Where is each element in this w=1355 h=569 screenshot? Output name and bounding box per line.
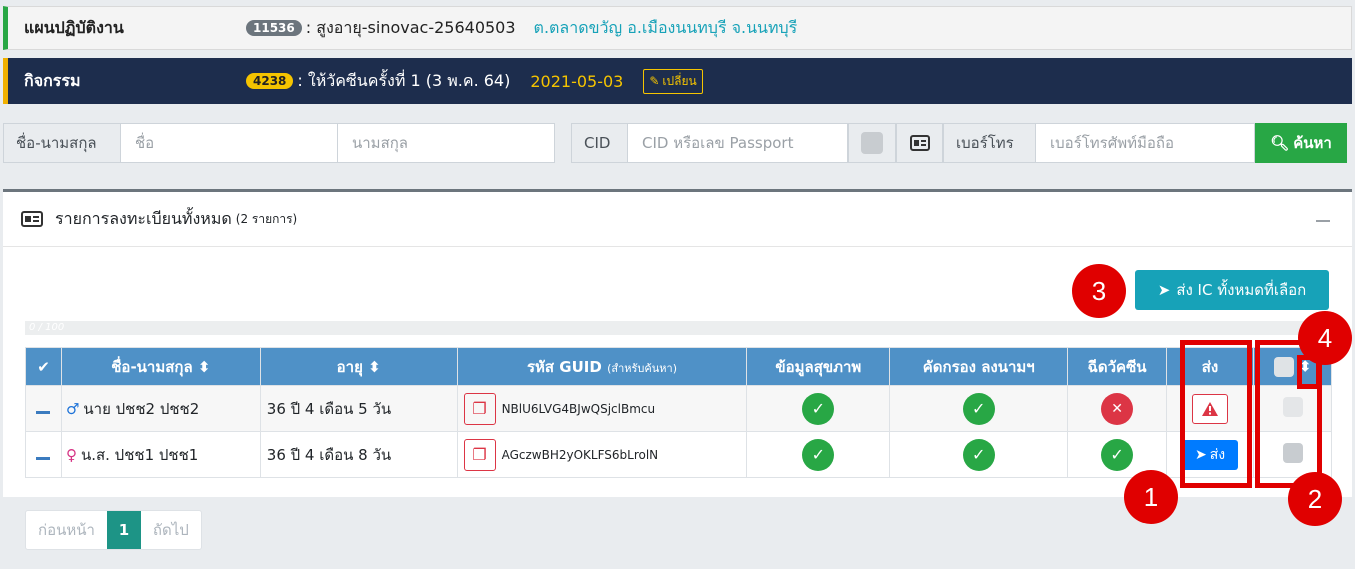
screen-status: ✓ bbox=[889, 385, 1069, 432]
progress-label: 0 / 100 bbox=[29, 322, 65, 333]
vaccine-column-header: ฉีดวัคซีน bbox=[1067, 347, 1168, 386]
id-card-icon bbox=[909, 135, 930, 151]
copy-icon: ❐ bbox=[472, 399, 487, 418]
check-circle-icon: ✓ bbox=[962, 392, 995, 425]
table-row: ♂ นาย ปชช2 ปชช2 36 ปี 4 เดือน 5 วัน ❐ NBlU… bbox=[25, 385, 1332, 432]
copy-button[interactable]: ❐ bbox=[463, 438, 496, 471]
prev-page-button[interactable]: ก่อนหน้า bbox=[26, 511, 107, 549]
row-collapse[interactable] bbox=[25, 431, 62, 478]
age-column-header[interactable]: อายุ ⬍ bbox=[259, 347, 458, 386]
cid-search-group: CID CID หรือเลข Passport เบอร์โทร เบอร์โ… bbox=[571, 123, 1347, 163]
pencil-icon: ✎ bbox=[649, 74, 660, 88]
age-cell: 36 ปี 4 เดือน 8 วัน bbox=[259, 431, 458, 478]
name-cell: ♀ น.ส. ปชช1 ปชช1 bbox=[60, 431, 261, 478]
minus-icon bbox=[36, 410, 51, 414]
row-collapse[interactable] bbox=[25, 385, 62, 432]
screen-column-header: คัดกรอง ลงนามฯ bbox=[889, 347, 1069, 386]
plan-location: ต.ตลาดขวัญ อ.เมืองนนทบุรี จ.นนทบุรี bbox=[533, 17, 798, 37]
vaccine-status: ✕ bbox=[1067, 385, 1168, 432]
health-status: ✓ bbox=[746, 431, 891, 478]
annotation-marker-1: 1 bbox=[1124, 470, 1178, 524]
check-circle-icon: ✓ bbox=[1101, 438, 1134, 471]
annotation-marker-3: 3 bbox=[1072, 264, 1126, 318]
search-button-label: ค้นหา bbox=[1293, 134, 1332, 152]
guid-cell: ❐ NBlU6LVG4BJwQSjclBmcu bbox=[456, 385, 748, 432]
progress-bar: 0 / 100 bbox=[25, 321, 1332, 335]
health-status: ✓ bbox=[746, 385, 891, 432]
health-column-header: ข้อมูลสุขภาพ bbox=[746, 347, 891, 386]
minus-icon bbox=[36, 456, 51, 460]
x-circle-icon: ✕ bbox=[1101, 392, 1134, 425]
check-circle-icon: ✓ bbox=[802, 392, 835, 425]
check-circle-icon: ✓ bbox=[962, 438, 995, 471]
screen-status: ✓ bbox=[889, 431, 1069, 478]
registration-table: ✔ ชื่อ-นามสกุล ⬍ อายุ ⬍ รหัส GUID (สำหรั… bbox=[25, 347, 1332, 478]
plan-title: แผนปฏิบัติงาน bbox=[24, 17, 124, 37]
phone-label: เบอร์โทร bbox=[943, 123, 1036, 163]
name-column-header[interactable]: ชื่อ-นามสกุล ⬍ bbox=[60, 347, 261, 386]
select-all-header[interactable]: ✔ bbox=[25, 347, 62, 386]
paper-plane-icon: ➤ bbox=[1157, 281, 1171, 299]
last-name-input[interactable]: นามสกุล bbox=[338, 123, 555, 163]
send-all-label: ส่ง IC ทั้งหมดที่เลือก bbox=[1176, 281, 1307, 299]
cid-checkbox-addon[interactable] bbox=[848, 123, 896, 163]
sort-icon: ⬍ bbox=[368, 357, 381, 376]
guid-column-header: รหัส GUID (สำหรับค้นหา) bbox=[456, 347, 748, 386]
female-icon: ♀ bbox=[65, 445, 77, 464]
registration-card: รายการลงทะเบียนทั้งหมด (2 รายการ) ➤ ส่ง … bbox=[3, 189, 1352, 497]
page-1-button[interactable]: 1 bbox=[106, 511, 141, 549]
next-page-button[interactable]: ถัดไป bbox=[141, 511, 201, 549]
annotation-marker-4: 4 bbox=[1298, 311, 1352, 365]
id-card-icon bbox=[21, 211, 43, 227]
name-search-group: ชื่อ-นามสกุล ชื่อ นามสกุล bbox=[3, 123, 555, 163]
activity-bar: กิจกรรม 4238 : ให้วัคซีนครั้งที่ 1 (3 พ.… bbox=[3, 58, 1352, 104]
male-icon: ♂ bbox=[65, 399, 80, 418]
cid-checkbox[interactable] bbox=[861, 132, 883, 154]
activity-date: 2021-05-03 bbox=[530, 71, 624, 91]
change-activity-label: เปลี่ยน bbox=[662, 73, 697, 88]
send-all-ic-button[interactable]: ➤ ส่ง IC ทั้งหมดที่เลือก bbox=[1135, 270, 1329, 310]
activity-id-badge: 4238 bbox=[246, 73, 294, 89]
plan-id-badge: 11536 bbox=[246, 20, 302, 36]
age-cell: 36 ปี 4 เดือน 5 วัน bbox=[259, 385, 458, 432]
cid-label: CID bbox=[571, 123, 628, 163]
check-circle-icon: ✓ bbox=[802, 438, 835, 471]
name-cell: ♂ นาย ปชช2 ปชช2 bbox=[60, 385, 261, 432]
copy-icon: ❐ bbox=[472, 445, 487, 464]
first-name-input[interactable]: ชื่อ bbox=[121, 123, 338, 163]
plan-bar: แผนปฏิบัติงาน 11536 : สูงอายุ-sinovac-25… bbox=[3, 6, 1352, 50]
pagination: ก่อนหน้า 1 ถัดไป bbox=[25, 510, 202, 550]
name-label: ชื่อ-นามสกุล bbox=[3, 123, 121, 163]
search-button[interactable]: 🔍︎ ค้นหา bbox=[1255, 123, 1347, 163]
id-card-button[interactable] bbox=[896, 123, 943, 163]
phone-input[interactable]: เบอร์โทรศัพท์มือถือ bbox=[1036, 123, 1255, 163]
check-icon: ✔ bbox=[37, 357, 50, 376]
table-row: ♀ น.ส. ปชช1 ปชช1 36 ปี 4 เดือน 8 วัน ❐ AGc… bbox=[25, 431, 1332, 478]
change-activity-button[interactable]: ✎ เปลี่ยน bbox=[643, 68, 703, 94]
card-title: รายการลงทะเบียนทั้งหมด bbox=[55, 208, 232, 228]
annotation-box-send bbox=[1180, 340, 1252, 488]
card-header: รายการลงทะเบียนทั้งหมด (2 รายการ) bbox=[3, 192, 1352, 247]
guid-cell: ❐ AGczwBH2yOKLFS6bLrolN bbox=[456, 431, 748, 478]
sort-icon: ⬍ bbox=[197, 357, 211, 376]
activity-title: กิจกรรม bbox=[24, 70, 81, 90]
copy-button[interactable]: ❐ bbox=[463, 392, 496, 425]
annotation-marker-2: 2 bbox=[1288, 472, 1342, 526]
card-count: (2 รายการ) bbox=[235, 211, 298, 226]
plan-name: : สูงอายุ-sinovac-25640503 bbox=[305, 17, 516, 37]
search-icon: 🔍︎ bbox=[1270, 134, 1290, 152]
cid-input[interactable]: CID หรือเลข Passport bbox=[628, 123, 848, 163]
activity-name: : ให้วัคซีนครั้งที่ 1 (3 พ.ค. 64) bbox=[297, 70, 511, 90]
collapse-icon[interactable] bbox=[1316, 220, 1330, 222]
